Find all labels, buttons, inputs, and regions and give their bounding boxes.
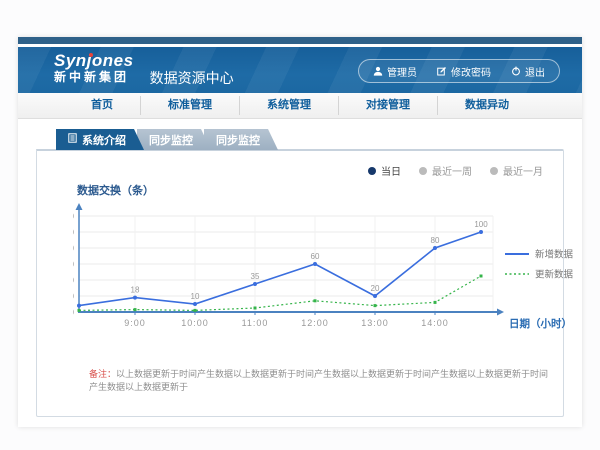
svg-text:0: 0 [73,307,74,317]
radio-dot-icon [490,167,498,175]
footnote: 备注：以上数据更新于时间产生数据以上数据更新于时间产生数据以上数据更新于时间产生… [49,368,551,394]
user-menu-item[interactable]: 退出 [501,64,555,79]
svg-text:新增数据: 新增数据 [535,249,574,261]
svg-text:9:00: 9:00 [124,318,146,328]
nav-item[interactable]: 数据异动 [437,96,536,115]
chart-y-axis-title: 数据交换（条） [77,182,551,198]
footnote-text: 以上数据更新于时间产生数据以上数据更新于时间产生数据以上数据更新于时间产生数据以… [89,369,548,392]
svg-text:120: 120 [73,211,74,221]
svg-text:20: 20 [371,284,380,293]
svg-text:日期（小时）: 日期（小时） [509,317,572,330]
svg-text:60: 60 [311,252,320,261]
system-intro-panel: 当日 最近一周 最近一月 数据交换（条） 0 20 40 60 80 100 120 9:00 10… [36,149,564,417]
radio-dot-icon [368,167,376,175]
svg-text:14:00: 14:00 [421,318,449,328]
nav-item[interactable]: 对接管理 [338,96,437,115]
svg-text:35: 35 [251,272,260,281]
range-filter-label: 当日 [381,163,401,178]
user-menu-label: 退出 [525,64,545,79]
nav-item[interactable]: 首页 [64,96,140,115]
range-filter-option[interactable]: 当日 [368,163,401,178]
top-accent-strip [18,37,582,44]
range-filter-option[interactable]: 最近一月 [490,163,543,178]
tab-inactive[interactable]: 同步监控 [204,129,278,150]
page-title: 数据资源中心 [150,68,234,93]
brand-logo: Synjones 新中新集团 [54,51,134,93]
content-area: 系统介绍 同步监控 同步监控 当日 最近一周 最近一月 数据交换（条） 0 20 40 60 8… [18,119,582,427]
app-header: Synjones 新中新集团 数据资源中心 管理员 修改密码 退出 [18,47,582,93]
svg-text:12:00: 12:00 [301,318,329,328]
document-icon [68,133,77,146]
svg-text:80: 80 [73,243,74,253]
radio-dot-icon [419,167,427,175]
user-menu-label: 修改密码 [451,64,491,79]
svg-text:60: 60 [73,259,74,269]
svg-text:20: 20 [73,291,74,301]
range-filter-label: 最近一周 [432,163,472,178]
footnote-prefix: 备注： [89,369,116,379]
svg-text:10: 10 [191,292,200,301]
user-menu-item[interactable]: 管理员 [363,64,427,79]
logo-text: Synjones [54,51,134,70]
svg-text:11:00: 11:00 [242,318,269,328]
svg-text:80: 80 [431,236,440,245]
power-icon [511,66,521,76]
range-filter-option[interactable]: 最近一周 [419,163,472,178]
tab-label: 同步监控 [216,132,260,148]
edit-icon [437,66,447,76]
nav-item[interactable]: 标准管理 [140,96,239,115]
tab-bar: 系统介绍 同步监控 同步监控 [56,129,564,150]
svg-text:40: 40 [73,275,74,285]
user-icon [373,66,383,76]
user-menu: 管理员 修改密码 退出 [358,59,560,83]
tab-active[interactable]: 系统介绍 [56,129,144,150]
range-filter-label: 最近一月 [503,163,543,178]
main-nav: 首页标准管理系统管理对接管理数据异动 [18,93,582,119]
chart-svg: 0 20 40 60 80 100 120 9:00 10:00 11:00 12:00 13:00 1… [73,200,585,346]
svg-text:100: 100 [474,220,488,229]
tab-inactive[interactable]: 同步监控 [137,129,211,150]
tab-label: 系统介绍 [82,132,126,148]
svg-text:100: 100 [73,227,74,237]
tab-label: 同步监控 [149,132,193,148]
range-filter-group: 当日 最近一周 最近一月 [49,159,551,178]
nav-item[interactable]: 系统管理 [239,96,338,115]
svg-text:更新数据: 更新数据 [535,269,574,281]
app-window: Synjones 新中新集团 数据资源中心 管理员修改密码退出 首页标准管理系统… [18,37,582,427]
svg-text:13:00: 13:00 [361,318,389,328]
line-chart: 0 20 40 60 80 100 120 9:00 10:00 11:00 12:00 13:00 1… [73,200,551,346]
svg-text:10:00: 10:00 [181,318,209,328]
user-menu-item[interactable]: 修改密码 [427,64,501,79]
svg-text:18: 18 [131,286,140,295]
user-menu-label: 管理员 [387,64,417,79]
logo-accent-dot [89,53,93,57]
logo-subtext: 新中新集团 [54,70,134,85]
